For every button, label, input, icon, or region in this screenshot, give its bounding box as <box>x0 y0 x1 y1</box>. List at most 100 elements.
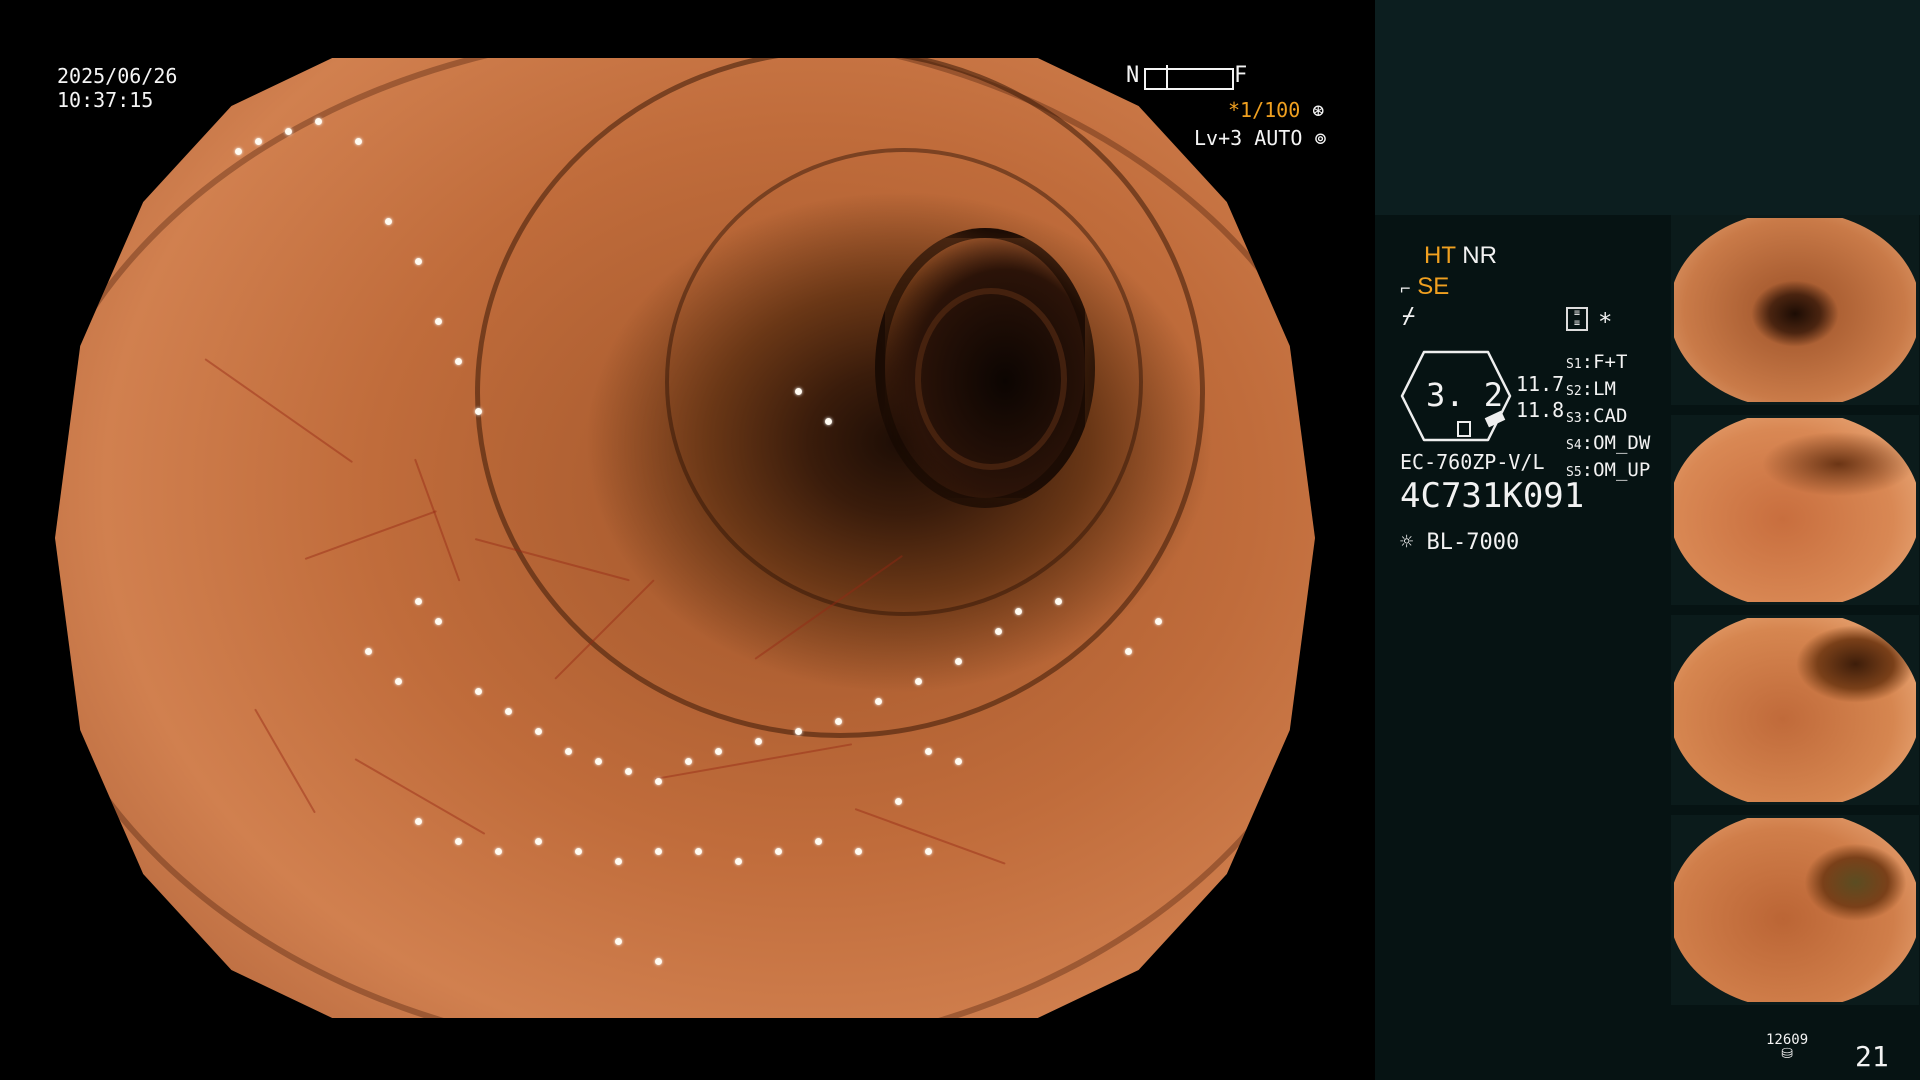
scope-serial: 4C731K091 <box>1400 476 1585 516</box>
specular-dot <box>535 728 542 735</box>
storage-counter: 12609 ⛁ <box>1766 1032 1808 1062</box>
specular-dot <box>475 408 482 415</box>
specular-dot <box>595 758 602 765</box>
se-label: SE <box>1417 273 1450 300</box>
near-label: N <box>1126 63 1140 88</box>
thumbnail-2[interactable] <box>1671 415 1919 605</box>
zoom-gauge: 3. 2 <box>1400 350 1512 442</box>
specular-dot <box>615 938 622 945</box>
specular-dot <box>655 778 662 785</box>
nr-label: NR <box>1462 242 1497 269</box>
thumbnail-image <box>1674 418 1916 602</box>
specular-dot <box>415 818 422 825</box>
specular-dot <box>395 678 402 685</box>
switch-s3: S3:CAD <box>1566 405 1628 427</box>
level-text: Lv+3 <box>1194 126 1243 150</box>
specular-dot <box>825 418 832 425</box>
specular-dot <box>475 688 482 695</box>
structure-enhance-icon: ⌐ <box>1400 278 1411 298</box>
specular-dot <box>685 758 692 765</box>
screen-layout-icon: ≡ ≡ <box>1566 307 1588 331</box>
focus-bar: N F <box>1126 64 1256 92</box>
specular-dot <box>1015 608 1022 615</box>
specular-dot <box>955 758 962 765</box>
specular-dot <box>795 728 802 735</box>
brightness-level: Lv+3 AUTO ⊚ <box>1194 126 1326 150</box>
specular-dot <box>925 848 932 855</box>
specular-dot <box>895 798 902 805</box>
time-text: 10:37:15 <box>57 88 154 112</box>
specular-dot <box>495 848 502 855</box>
specular-dot <box>655 848 662 855</box>
light-source-row: ☼ BL-7000 <box>1400 530 1519 555</box>
specular-dot <box>915 678 922 685</box>
focus-bar-track <box>1144 68 1234 90</box>
ht-label: HT <box>1424 242 1456 269</box>
specular-dot <box>695 848 702 855</box>
far-label: F <box>1234 63 1248 88</box>
specular-dot <box>755 738 762 745</box>
asterisk-mark: * <box>1598 308 1613 336</box>
thumbnail-image <box>1674 218 1916 402</box>
specular-dot <box>815 838 822 845</box>
specular-dot <box>625 768 632 775</box>
specular-dot <box>505 708 512 715</box>
endoscope-live-view <box>55 58 1315 1018</box>
specular-dot <box>565 748 572 755</box>
mucosa-image <box>55 58 1315 1018</box>
thumbnail-image <box>1674 618 1916 802</box>
specular-dot <box>415 258 422 265</box>
switch-s4: S4:OM_DW <box>1566 432 1651 454</box>
light-source-text: BL-7000 <box>1426 530 1520 555</box>
light-source-icon: ☼ <box>1400 530 1414 555</box>
specular-dot <box>455 838 462 845</box>
specular-dot <box>435 318 442 325</box>
specular-dot <box>955 658 962 665</box>
scope-model: EC-760ZP-V/L <box>1400 450 1545 474</box>
specular-dot <box>235 148 242 155</box>
color-mode-icon: ⌿ <box>1402 304 1416 329</box>
thumbnail-4[interactable] <box>1671 815 1919 1005</box>
specular-dot <box>1055 598 1062 605</box>
specular-dot <box>855 848 862 855</box>
specular-dot <box>255 138 262 145</box>
thumbnail-1[interactable] <box>1671 215 1919 405</box>
specular-dot <box>925 748 932 755</box>
specular-dot <box>315 118 322 125</box>
focus-bar-indicator <box>1166 65 1168 89</box>
gauge-side-values: 11.7 11.8 <box>1516 371 1564 423</box>
specular-dot <box>835 718 842 725</box>
date-text: 2025/06/26 <box>57 64 178 88</box>
specular-dot <box>995 628 1002 635</box>
specular-dot <box>355 138 362 145</box>
shutter-speed: *1/100 ⊛ <box>1228 98 1324 122</box>
storage-icon: ⛁ <box>1781 1046 1793 1062</box>
specular-dot <box>575 848 582 855</box>
auto-iris-icon: ⊚ <box>1314 126 1327 150</box>
specular-dot <box>615 858 622 865</box>
switch-s2: S2:LM <box>1566 378 1616 400</box>
switch-list: S1:F+T S2:LM S3:CAD S4:OM_DW S5:OM_UP <box>1566 350 1650 485</box>
thumbnail-image <box>1674 818 1916 1002</box>
aperture-icon: ⊛ <box>1312 98 1325 122</box>
specular-dot <box>435 618 442 625</box>
gauge-side-bottom: 11.8 <box>1516 398 1565 422</box>
thumbnail-3[interactable] <box>1671 615 1919 805</box>
specular-dot <box>655 958 662 965</box>
datetime-block: 2025/06/26 10:37:15 <box>57 64 177 112</box>
specular-dot <box>385 218 392 225</box>
specular-dot <box>365 648 372 655</box>
mode-text: AUTO <box>1254 126 1303 150</box>
switch-s1: S1:F+T <box>1566 351 1628 373</box>
gauge-side-top: 11.7 <box>1516 372 1565 396</box>
shutter-text: *1/100 <box>1228 98 1301 122</box>
specular-dot <box>535 838 542 845</box>
se-row: ⌐ SE <box>1400 273 1449 301</box>
specular-dot <box>875 698 882 705</box>
image-count: 21 <box>1855 1040 1889 1073</box>
specular-dot <box>455 358 462 365</box>
panel-header-area <box>1375 0 1920 215</box>
specular-dot <box>1125 648 1132 655</box>
specular-dot <box>415 598 422 605</box>
enhancement-row: HT NR <box>1424 242 1497 270</box>
